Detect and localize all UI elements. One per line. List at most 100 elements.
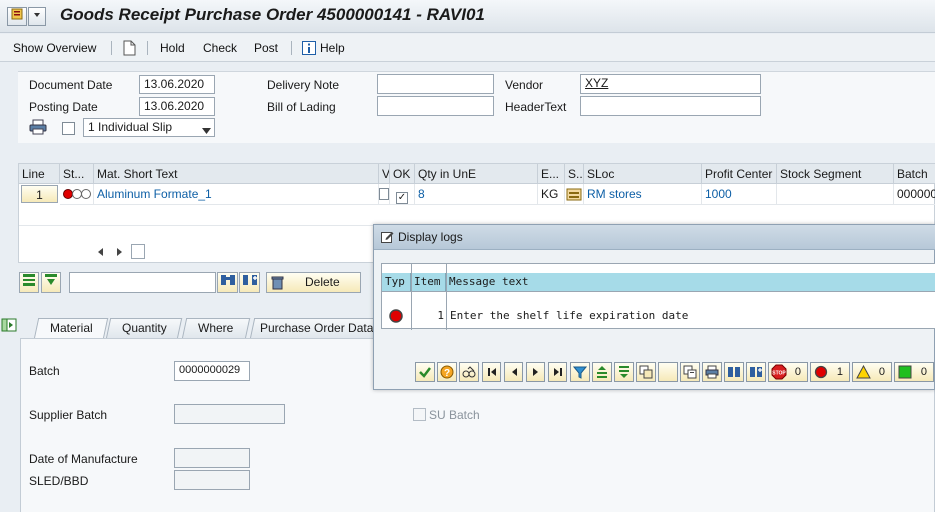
hold-button[interactable]: Hold: [160, 41, 185, 55]
tab-quantity[interactable]: Quantity: [105, 318, 183, 339]
header-text-field[interactable]: [580, 96, 761, 116]
find-next-icon[interactable]: [239, 272, 260, 293]
column-header[interactable]: Profit Center: [702, 164, 777, 184]
layout-icon[interactable]: [636, 362, 656, 382]
column-header[interactable]: St...: [60, 164, 94, 184]
table-row[interactable]: 1 Aluminum Formate_1 ✓ 8 KG RM stores 10…: [19, 184, 935, 205]
first-page-icon[interactable]: [482, 362, 501, 382]
batch-label: Batch: [29, 364, 60, 378]
binoculars-icon[interactable]: [724, 362, 744, 382]
supplier-batch-field[interactable]: [174, 404, 285, 424]
bill-of-lading-label: Bill of Lading: [267, 100, 336, 114]
warning-messages-button[interactable]: 0: [852, 362, 892, 382]
column-header[interactable]: Typ: [382, 273, 411, 291]
toolbar-separator: [291, 41, 292, 55]
check-icon[interactable]: [415, 362, 435, 382]
horizontal-scrollbar[interactable]: [131, 244, 145, 259]
post-button[interactable]: Post: [254, 41, 278, 55]
tab-material[interactable]: Material: [33, 318, 109, 339]
delivery-note-field[interactable]: [377, 74, 494, 94]
sled-field[interactable]: [174, 470, 250, 490]
column-header[interactable]: Stock Segment: [777, 164, 894, 184]
column-header[interactable]: Line: [19, 164, 60, 184]
chevron-down-icon[interactable]: [28, 7, 46, 26]
table-row[interactable]: [19, 205, 935, 226]
bill-of-lading-field[interactable]: [377, 96, 494, 116]
posting-date-field[interactable]: 13.06.2020: [139, 97, 215, 116]
dialog-title-bar[interactable]: Display logs: [374, 225, 935, 250]
date-of-manufacture-field[interactable]: [174, 448, 250, 468]
sort-descending-icon[interactable]: [614, 362, 634, 382]
column-header[interactable]: SLoc: [584, 164, 702, 184]
delete-button-label: Delete: [305, 275, 340, 289]
blank-icon[interactable]: [658, 362, 678, 382]
scroll-left-icon[interactable]: [97, 246, 105, 260]
su-batch-checkbox[interactable]: [413, 408, 426, 421]
sort-ascending-icon[interactable]: [592, 362, 612, 382]
column-header[interactable]: Mat. Short Text: [94, 164, 379, 184]
vendor-field[interactable]: XYZ: [580, 74, 761, 94]
unit-cell[interactable]: KG: [538, 184, 565, 205]
column-header[interactable]: Item: [411, 273, 446, 291]
printer-icon[interactable]: [29, 119, 47, 137]
warning-count: 0: [878, 366, 885, 378]
column-header[interactable]: Batch: [894, 164, 935, 184]
export-icon[interactable]: [680, 362, 700, 382]
new-document-icon[interactable]: [123, 40, 137, 56]
message-item: 1: [437, 309, 444, 322]
v-checkbox[interactable]: [379, 184, 390, 205]
print-icon[interactable]: [702, 362, 722, 382]
check-button[interactable]: Check: [203, 41, 237, 55]
quantity-cell[interactable]: 8: [415, 184, 538, 205]
find-next-icon[interactable]: [746, 362, 766, 382]
status-traffic-light: [60, 184, 94, 205]
ok-checkbox[interactable]: ✓: [390, 184, 415, 205]
checkmark-icon[interactable]: ✓: [396, 192, 408, 204]
slip-select[interactable]: 1 Individual Slip: [83, 118, 215, 137]
column-header[interactable]: Message text: [446, 273, 935, 291]
material-short-text[interactable]: Aluminum Formate_1: [94, 184, 379, 205]
column-header[interactable]: Qty in UnE: [415, 164, 538, 184]
item-search-field[interactable]: [69, 272, 216, 293]
select-all-icon[interactable]: [19, 272, 39, 293]
previous-page-icon[interactable]: [504, 362, 523, 382]
document-date-field[interactable]: 13.06.2020: [139, 75, 215, 94]
column-header[interactable]: S...: [565, 164, 584, 184]
help-question-icon[interactable]: ?: [437, 362, 457, 382]
info-icon[interactable]: [302, 41, 316, 57]
show-overview-button[interactable]: Show Overview: [13, 41, 96, 55]
column-header[interactable]: OK: [390, 164, 415, 184]
batch-cell[interactable]: 000000: [894, 184, 935, 205]
next-page-icon[interactable]: [526, 362, 545, 382]
message-text[interactable]: Enter the shelf life expiration date: [450, 306, 930, 326]
profit-center-cell[interactable]: 1000: [702, 184, 777, 205]
success-messages-button[interactable]: 0: [894, 362, 934, 382]
error-messages-button[interactable]: 1: [810, 362, 850, 382]
chevron-down-icon[interactable]: [202, 124, 211, 139]
last-page-icon[interactable]: [548, 362, 567, 382]
column-header[interactable]: E...: [538, 164, 565, 184]
column-header[interactable]: V: [379, 164, 390, 184]
edit-window-icon: [381, 230, 394, 246]
line-number-button[interactable]: 1: [21, 185, 58, 203]
expand-panel-icon[interactable]: [1, 317, 18, 333]
deselect-all-icon[interactable]: [41, 272, 61, 293]
filter-icon[interactable]: [570, 362, 590, 382]
print-checkbox[interactable]: [62, 122, 75, 135]
tab-label: Quantity: [121, 321, 167, 335]
scroll-right-icon[interactable]: [115, 246, 123, 260]
sloc-cell[interactable]: RM stores: [584, 184, 702, 205]
window-title: Goods Receipt Purchase Order 4500000141 …: [60, 5, 485, 24]
tab-purchase-order-data[interactable]: Purchase Order Data: [249, 318, 385, 339]
tab-where[interactable]: Where: [181, 318, 251, 339]
stop-messages-button[interactable]: STOP 0: [768, 362, 808, 382]
stock-segment-cell[interactable]: [777, 184, 894, 205]
binoculars-icon[interactable]: [217, 272, 238, 293]
menu-icon[interactable]: [7, 7, 27, 26]
help-button[interactable]: Help: [320, 41, 345, 55]
stock-type-icon[interactable]: [565, 184, 584, 205]
technical-info-icon[interactable]: [459, 362, 479, 382]
batch-field[interactable]: 0000000029: [174, 361, 250, 381]
delete-button[interactable]: Delete: [266, 272, 361, 293]
v-checkbox-box[interactable]: [379, 188, 389, 200]
